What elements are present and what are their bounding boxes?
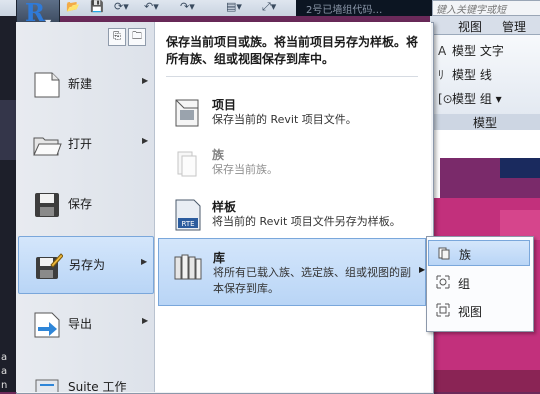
ribbon-item-label: 模型 线 bbox=[452, 68, 492, 82]
submenu-item-title: 样板 bbox=[212, 200, 237, 214]
template-rte-icon: RTE bbox=[175, 199, 201, 231]
menu-item-label: 另存为 bbox=[69, 258, 106, 272]
menu-item-export[interactable]: 导出 ▶ bbox=[18, 296, 154, 354]
chevron-right-icon: ▶ bbox=[141, 257, 148, 266]
family-icon bbox=[177, 151, 197, 177]
panel-caption: 模型 bbox=[430, 114, 540, 130]
chevron-right-icon: ▶ bbox=[142, 136, 149, 145]
menu-item-new[interactable]: 新建 ▶ bbox=[18, 56, 154, 114]
open-documents-icon[interactable]: 🗀 bbox=[128, 28, 146, 46]
export-icon bbox=[34, 312, 60, 338]
recent-open-toggle: ⎘ 🗀 bbox=[108, 28, 148, 46]
left-strip-text: a bbox=[1, 352, 8, 363]
submenu-item-desc: 将当前的 Revit 项目文件另存为样板。 bbox=[212, 215, 401, 228]
tab-manage[interactable]: 管理 bbox=[502, 18, 526, 35]
menu-item-label: 新建 bbox=[68, 77, 93, 91]
template-rte-label: RTE bbox=[181, 220, 194, 228]
submenu-item-desc: 将所有已载入族、选定族、组或视图的副本保存到库。 bbox=[213, 266, 411, 295]
new-document-icon bbox=[34, 72, 60, 98]
open-icon[interactable]: 📂 bbox=[66, 0, 80, 14]
undo-icon[interactable]: ↶▾ bbox=[144, 0, 159, 14]
library-books-icon bbox=[174, 254, 202, 280]
submenu-item-library[interactable]: 库 将所有已载入族、选定族、组或视图的副本保存到库。 ▶ bbox=[158, 238, 426, 306]
view-small-icon bbox=[436, 303, 450, 317]
divider bbox=[166, 76, 418, 77]
flyout-item-label: 族 bbox=[459, 248, 472, 262]
group-small-icon bbox=[436, 275, 450, 289]
menu-item-label: Suite 工作 bbox=[68, 380, 127, 392]
chevron-right-icon: ▶ bbox=[142, 76, 149, 85]
flyout-item-label: 视图 bbox=[458, 305, 483, 319]
tab-view[interactable]: 视图 bbox=[458, 18, 482, 35]
flyout-item-family[interactable]: 族 bbox=[428, 240, 530, 266]
project-file-icon bbox=[175, 99, 199, 127]
menu-item-save-as[interactable]: 另存为 ▶ bbox=[18, 236, 154, 294]
canvas-region bbox=[500, 158, 540, 178]
redo-icon[interactable]: ↷▾ bbox=[180, 0, 195, 14]
menu-item-label: 保存 bbox=[68, 197, 93, 211]
chevron-right-icon: ▶ bbox=[419, 265, 426, 274]
submenu-header: 保存当前项目或族。将当前项目另存为样板。将所有族、组或视图保存到库中。 bbox=[166, 35, 419, 66]
sync-icon[interactable]: ⟳▾ bbox=[114, 0, 129, 14]
submenu-item-title: 库 bbox=[213, 251, 226, 265]
ribbon-item-label: 模型 组 ▾ bbox=[452, 92, 502, 106]
dimension-icon[interactable]: ⤢▾ bbox=[262, 0, 276, 14]
suite-workflow-icon bbox=[35, 379, 59, 392]
family-small-icon bbox=[438, 247, 450, 260]
menu-item-label: 导出 bbox=[68, 317, 93, 331]
submenu-item-desc: 保存当前的 Revit 项目文件。 bbox=[212, 113, 357, 126]
left-strip-text: a bbox=[1, 366, 8, 377]
recent-documents-icon[interactable]: ⎘ bbox=[108, 28, 126, 46]
model-line-button[interactable]: ﾘ 模型 线 bbox=[438, 66, 492, 83]
chevron-right-icon: ▶ bbox=[142, 316, 149, 325]
model-text-button[interactable]: A 模型 文字 bbox=[438, 42, 504, 59]
submenu-item-desc: 保存当前族。 bbox=[212, 163, 278, 176]
submenu-item-title: 族 bbox=[212, 148, 225, 162]
save-icon[interactable]: 💾 bbox=[90, 0, 104, 14]
menu-item-suite-workflow[interactable]: Suite 工作 bbox=[18, 356, 154, 392]
model-line-icon: ﾘ bbox=[438, 68, 445, 82]
flyout-item-view[interactable]: 视图 bbox=[428, 298, 530, 324]
submenu-item-title: 项目 bbox=[212, 98, 237, 112]
menu-item-save[interactable]: 保存 bbox=[18, 176, 154, 234]
save-as-icon bbox=[36, 253, 63, 279]
search-placeholder: 键入关键字或短 bbox=[436, 5, 506, 16]
measure-icon[interactable]: ▤▾ bbox=[226, 0, 242, 14]
flyout-item-group[interactable]: 组 bbox=[428, 270, 530, 296]
canvas-region bbox=[430, 370, 540, 392]
model-group-icon: [⊙ bbox=[438, 92, 453, 106]
save-disk-icon bbox=[35, 193, 59, 217]
model-group-button[interactable]: [⊙模型 组 ▾ bbox=[438, 90, 502, 107]
flyout-item-label: 组 bbox=[458, 277, 471, 291]
menu-item-label: 打开 bbox=[68, 137, 93, 151]
left-strip-text: n bbox=[1, 380, 8, 391]
window-title: 2号已墙组代码… bbox=[306, 5, 383, 16]
search-input[interactable]: 键入关键字或短 bbox=[432, 0, 540, 16]
open-folder-icon bbox=[33, 137, 62, 156]
ribbon-item-label: 模型 文字 bbox=[452, 44, 504, 58]
model-text-icon: A bbox=[438, 44, 447, 58]
menu-item-open[interactable]: 打开 ▶ bbox=[18, 116, 154, 174]
